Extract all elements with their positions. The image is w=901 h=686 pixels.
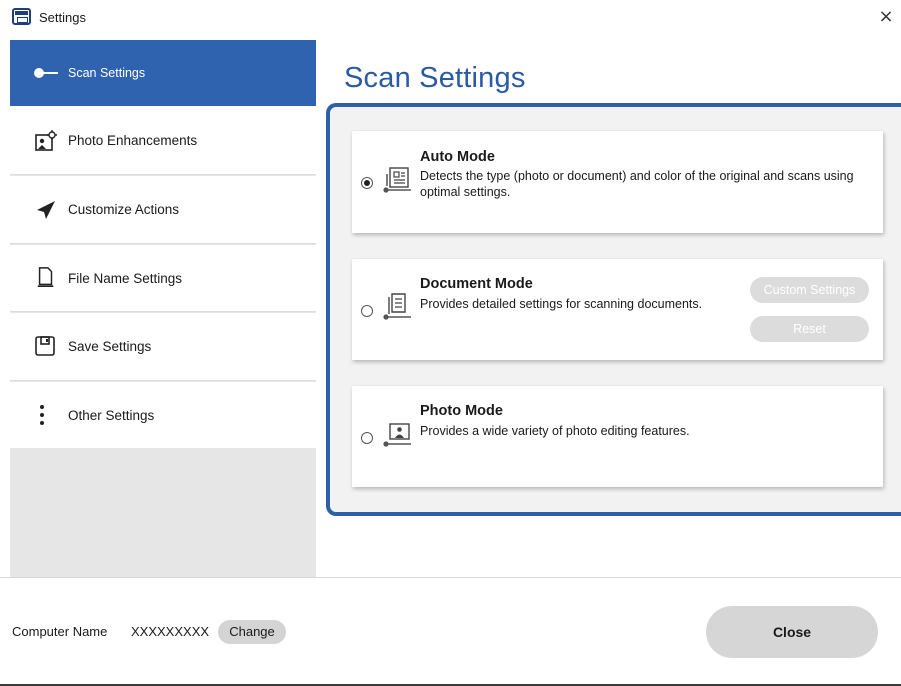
- scan-mode-panel: Auto Mode Detects the type (photo or doc…: [326, 103, 901, 516]
- footer-divider: [0, 577, 901, 578]
- window-title: Settings: [39, 10, 86, 25]
- sidebar: Scan Settings Photo Enhancements Customi…: [10, 40, 316, 577]
- computer-name-value: XXXXXXXXX: [131, 624, 210, 639]
- document-mode-radio[interactable]: [361, 305, 373, 317]
- close-button[interactable]: Close: [706, 606, 878, 658]
- sidebar-item-label: Customize Actions: [68, 202, 180, 217]
- photo-mode-title: Photo Mode: [420, 403, 503, 419]
- sidebar-item-label: Scan Settings: [68, 66, 146, 80]
- sidebar-item-photo-enhancements[interactable]: Photo Enhancements: [10, 106, 316, 175]
- title-bar: Settings ×: [0, 0, 901, 36]
- sidebar-item-customize-actions[interactable]: Customize Actions: [10, 176, 316, 244]
- paper-plane-icon: [37, 201, 55, 219]
- sidebar-item-label: Photo Enhancements: [68, 132, 198, 148]
- save-icon: [35, 336, 55, 356]
- document-mode-title: Document Mode: [420, 276, 533, 292]
- sidebar-item-save-settings[interactable]: Save Settings: [10, 313, 316, 381]
- custom-settings-button[interactable]: Custom Settings: [750, 277, 869, 303]
- sidebar-item-label: File Name Settings: [68, 270, 183, 286]
- photo-mode-radio[interactable]: [361, 432, 373, 444]
- scan-toggle-icon: [34, 68, 58, 78]
- sidebar-item-scan-settings[interactable]: Scan Settings: [10, 40, 316, 106]
- sidebar-item-label: Other Settings: [68, 407, 155, 423]
- page-title: Scan Settings: [344, 62, 526, 94]
- auto-mode-card[interactable]: Auto Mode Detects the type (photo or doc…: [352, 131, 883, 233]
- more-vertical-icon: [40, 405, 44, 425]
- sidebar-item-label: Save Settings: [68, 339, 152, 354]
- main-content: Scan Settings Auto Mode Detects the type…: [316, 40, 901, 577]
- photo-mode-icon: [383, 423, 411, 447]
- settings-window: Settings × Scan Settings Photo Enhanceme…: [0, 0, 901, 686]
- auto-mode-description: Detects the type (photo or document) and…: [420, 169, 854, 199]
- change-button[interactable]: Change: [218, 620, 286, 644]
- photo-mode-card[interactable]: Photo Mode Provides a wide variety of ph…: [352, 386, 883, 487]
- sidebar-item-file-name-settings[interactable]: File Name Settings: [10, 245, 316, 312]
- document-mode-icon: [383, 293, 411, 320]
- file-name-icon: [37, 267, 54, 287]
- app-icon: [12, 8, 31, 25]
- photo-enhance-icon: [35, 130, 57, 151]
- computer-name-label: Computer Name: [12, 624, 108, 639]
- auto-mode-title: Auto Mode: [420, 149, 495, 165]
- window-close-icon[interactable]: ×: [873, 4, 899, 30]
- document-mode-description: Provides detailed settings for scanning …: [420, 297, 703, 311]
- photo-mode-description: Provides a wide variety of photo editing…: [420, 424, 690, 438]
- reset-button[interactable]: Reset: [750, 316, 869, 342]
- auto-mode-icon: [383, 167, 411, 193]
- document-mode-card[interactable]: Document Mode Provides detailed settings…: [352, 259, 883, 360]
- sidebar-item-other-settings[interactable]: Other Settings: [10, 382, 316, 448]
- auto-mode-radio[interactable]: [361, 177, 373, 189]
